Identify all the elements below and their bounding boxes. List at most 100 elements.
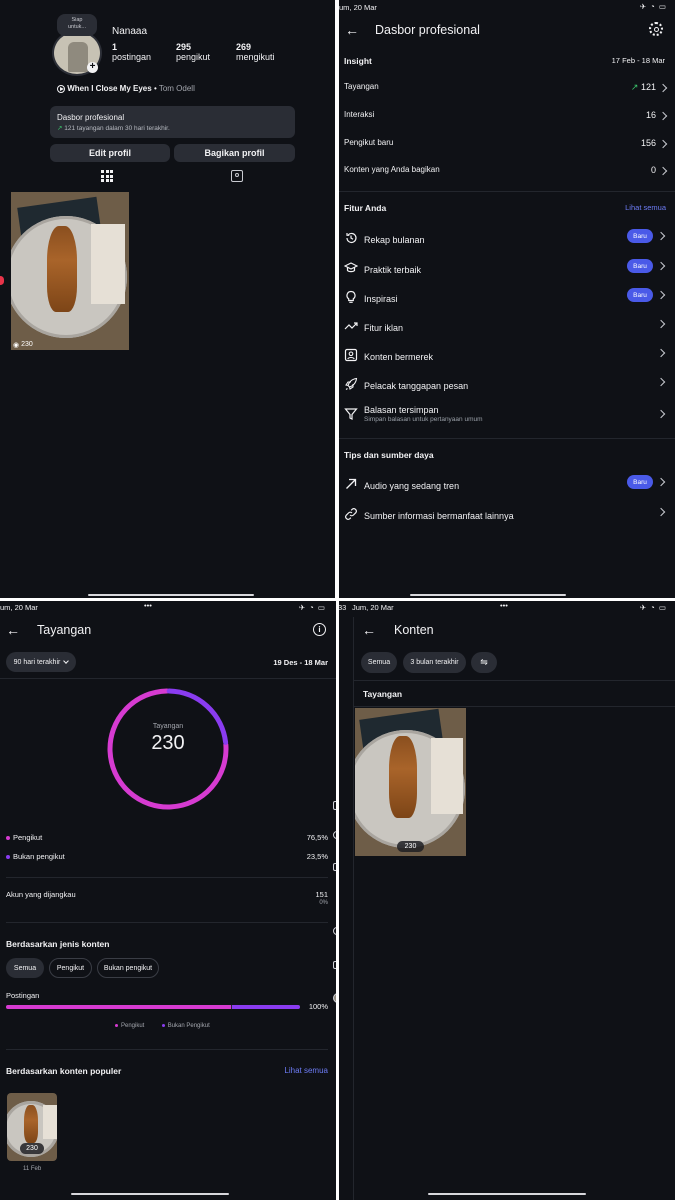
messages-icon[interactable]: [333, 927, 336, 935]
link-icon: [345, 508, 357, 520]
status-time: um, 20 Mar: [339, 3, 377, 12]
insight-date-range: 17 Feb - 18 Mar: [611, 56, 665, 65]
feature-row-monthly-recap[interactable]: Rekap bulanan Baru: [339, 228, 675, 256]
insight-label: Tayangan: [344, 82, 379, 91]
tip-label: Audio yang sedang tren: [364, 481, 460, 491]
feature-label: Konten bermerek: [364, 352, 434, 362]
filter-all-chip[interactable]: Semua: [361, 652, 397, 673]
branded-content-icon: [344, 348, 358, 362]
home-indicator: [410, 594, 566, 596]
filter-non-followers-chip[interactable]: Bukan pengikut: [97, 958, 159, 978]
new-badge: Baru: [627, 288, 653, 302]
insight-row-views[interactable]: Tayangan ↗ 121: [344, 82, 670, 98]
side-divider: [353, 617, 354, 1200]
sliders-icon: ⇋: [480, 657, 488, 667]
post-type-bar: [6, 1005, 300, 1009]
stat-posts[interactable]: 1 postingan: [112, 42, 151, 62]
popular-post-thumbnail[interactable]: 230: [7, 1093, 57, 1161]
search-icon[interactable]: [333, 831, 336, 839]
popular-see-all-link[interactable]: Lihat semua: [284, 1066, 328, 1075]
feature-row-message-tracker[interactable]: Pelacak tanggapan pesan: [339, 374, 675, 402]
play-icon: [57, 84, 65, 93]
stat-label: pengikut: [176, 52, 211, 62]
accounts-reached-row[interactable]: Akun yang dijangkau 151 0%: [6, 890, 328, 906]
stat-followers[interactable]: 295 pengikut: [176, 42, 210, 62]
feature-label: Rekap bulanan: [364, 235, 425, 245]
post-thumbnail[interactable]: ◉ 230: [11, 192, 129, 350]
stat-value: 269: [236, 42, 252, 52]
section-divider: [6, 1049, 328, 1050]
views-date-range: 19 Des - 18 Mar: [273, 658, 328, 667]
insight-value: 121: [640, 82, 656, 92]
edit-profile-button[interactable]: Edit profil: [50, 144, 170, 162]
page-title: Konten: [394, 623, 434, 637]
lightbulb-icon: [346, 290, 356, 303]
status-time: um, 20 Mar: [0, 603, 38, 612]
section-divider: [6, 877, 328, 878]
rocket-icon: [345, 377, 358, 390]
info-icon[interactable]: i: [313, 623, 326, 636]
filter-followers-chip[interactable]: Pengikut: [49, 958, 92, 978]
filter-all-chip[interactable]: Semua: [6, 958, 44, 978]
dashboard-panel: um, 20 Mar ✈ ◔ ▭ ← Dasbor profesional In…: [339, 0, 675, 598]
content-post-thumbnail[interactable]: 230: [355, 708, 466, 856]
view-count-badge: ◉ 230: [13, 340, 43, 349]
chevron-down-icon: [63, 657, 70, 664]
back-arrow-icon[interactable]: ←: [362, 623, 376, 637]
popular-view-count: 230: [20, 1143, 44, 1154]
settings-gear-icon[interactable]: [649, 22, 663, 36]
insight-row-interactions[interactable]: Interaksi 16: [344, 110, 670, 126]
tip-row-trending-audio[interactable]: Audio yang sedang tren Baru: [339, 474, 675, 502]
filter-settings-button[interactable]: ⇋: [471, 652, 497, 673]
insight-row-new-followers[interactable]: Pengikut baru 156: [344, 138, 670, 154]
back-arrow-icon[interactable]: ←: [6, 623, 20, 637]
stat-label: mengikuti: [236, 52, 275, 62]
feature-row-ad-tools[interactable]: Fitur iklan: [339, 316, 675, 344]
note-bubble[interactable]: Siap untuk...: [57, 14, 97, 36]
feature-row-branded-content[interactable]: Konten bermerek: [339, 345, 675, 373]
range-select-dropdown[interactable]: 90 hari terakhir: [6, 652, 76, 672]
filter-funnel-icon: [344, 408, 358, 420]
dashboard-card[interactable]: Dasbor profesional ↗ 121 tayangan dalam …: [50, 106, 295, 138]
music-artist: Tom Odell: [158, 84, 195, 93]
followers-bar-segment: [6, 1005, 231, 1009]
chevron-right-icon: [656, 290, 666, 300]
stat-value: 1: [112, 42, 118, 52]
profile-avatar-icon[interactable]: [333, 993, 336, 1003]
create-icon[interactable]: [333, 961, 336, 969]
features-see-all-link[interactable]: Lihat semua: [625, 203, 666, 212]
share-profile-button[interactable]: Bagikan profil: [174, 144, 295, 162]
note-line1: Siap: [71, 17, 83, 23]
chevron-right-icon: [656, 377, 666, 387]
status-icons: ✈ ◔ ▭: [298, 603, 326, 612]
profile-music[interactable]: When I Close My Eyes • Tom Odell: [57, 84, 195, 93]
insight-label: Konten yang Anda bagikan: [344, 165, 440, 174]
breakdown-row-followers: Pengikut 76,5%: [6, 833, 328, 842]
feature-row-saved-replies[interactable]: Balasan tersimpan Simpan balasan untuk p…: [339, 401, 675, 431]
breakdown-label: Bukan pengikut: [13, 852, 65, 861]
insight-label: Interaksi: [344, 110, 375, 119]
filter-range-chip[interactable]: 3 bulan terakhir: [403, 652, 466, 673]
chevron-right-icon: [656, 231, 666, 241]
grid-tab-icon[interactable]: [101, 170, 113, 182]
section-divider: [339, 438, 675, 439]
home-icon[interactable]: [333, 801, 336, 810]
stat-label: postingan: [112, 52, 152, 62]
add-story-icon[interactable]: +: [87, 62, 98, 73]
non-followers-dot: [161, 1023, 165, 1027]
feature-row-best-practices[interactable]: Praktik terbaik Baru: [339, 258, 675, 286]
reels-icon[interactable]: [333, 863, 336, 871]
tagged-tab-icon[interactable]: [231, 170, 243, 182]
content-panel: 33 Jum, 20 Mar ••• ✈ ◔ ▭ ← Konten Semua …: [339, 601, 675, 1200]
feature-label: Fitur iklan: [364, 323, 404, 333]
profile-panel: + Siap untuk... Nanaaa 1 postingan 295 p…: [0, 0, 335, 598]
post-type-value: 100%: [308, 1002, 328, 1011]
chevron-right-icon: [658, 83, 668, 93]
feature-row-inspiration[interactable]: Inspirasi Baru: [339, 287, 675, 315]
stat-following[interactable]: 269 mengikuti: [236, 42, 275, 62]
tip-row-resources[interactable]: Sumber informasi bermanfaat lainnya: [339, 504, 675, 532]
back-arrow-icon[interactable]: ←: [345, 23, 359, 37]
section-divider: [6, 922, 328, 923]
trend-up-icon: ↗: [630, 82, 639, 92]
insight-row-shared-content[interactable]: Konten yang Anda bagikan 0: [344, 165, 670, 181]
